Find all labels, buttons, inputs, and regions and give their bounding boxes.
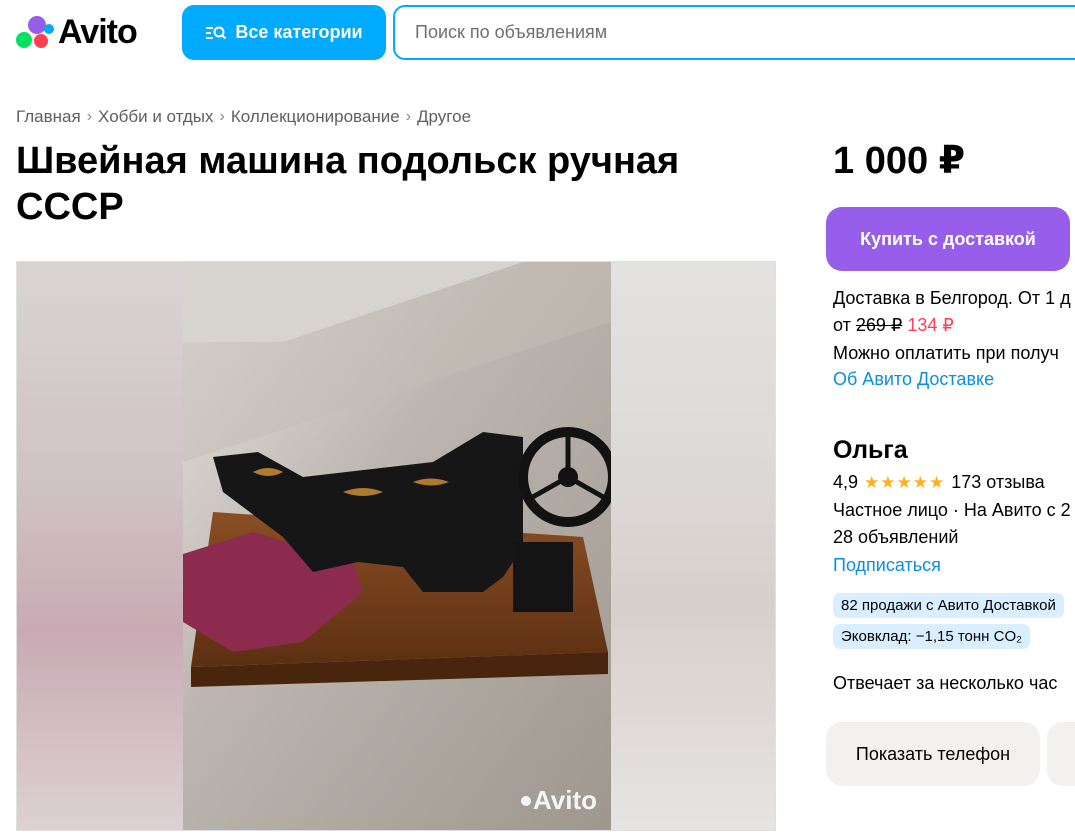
sales-badge: 82 продажи с Авито Доставкой	[833, 593, 1064, 618]
delivery-info: Доставка в Белгород. От 1 д	[833, 288, 1071, 308]
chevron-right-icon: ›	[86, 108, 93, 125]
chevron-right-icon: ›	[219, 108, 225, 125]
response-time: Отвечает за несколько час	[833, 673, 1058, 693]
reviews-count: 173 отзыва	[951, 472, 1045, 492]
show-phone-label: Показать телефон	[855, 743, 1011, 764]
breadcrumb-item-collecting[interactable]: Коллекционирование	[231, 107, 400, 127]
search-placeholder: Поиск по объявлениям	[415, 22, 608, 42]
sewing-machine-image	[183, 262, 611, 830]
avito-watermark: Avito	[520, 785, 597, 816]
message-button[interactable]	[1047, 722, 1075, 786]
breadcrumb-item-other[interactable]: Другое	[417, 107, 471, 127]
rating-stars-icon: ★★★★★	[864, 472, 946, 492]
payment-on-receipt: Можно оплатить при получ	[833, 343, 1059, 363]
rating-value: 4,9	[833, 472, 859, 492]
about-delivery-link[interactable]: Об Авито Доставке	[833, 369, 994, 390]
buy-with-delivery-label: Купить с доставкой	[860, 228, 1036, 249]
chevron-right-icon: ›	[405, 108, 412, 125]
logo-dots-icon	[16, 14, 54, 50]
seller-info: Частное лицо · На Авито с 2	[833, 500, 1071, 520]
all-categories-label: Все категории	[235, 22, 363, 42]
all-categories-button[interactable]: Все категории	[182, 5, 386, 60]
show-phone-button[interactable]: Показать телефон	[826, 722, 1040, 786]
breadcrumb: Главная › Хобби и отдых › Коллекциониров…	[16, 107, 471, 127]
logo-text: Avito	[58, 12, 138, 51]
listing-title: Швейная машина подольск ручная СССР	[16, 140, 680, 228]
photo-gallery[interactable]: Avito	[16, 261, 776, 831]
menu-search-icon	[206, 26, 227, 39]
breadcrumb-item-hobby[interactable]: Хобби и отдых	[98, 107, 213, 127]
breadcrumb-item-home[interactable]: Главная	[16, 107, 81, 127]
seller-rating[interactable]: 4,9 ★★★★★ 173 отзыва	[833, 472, 1045, 493]
gallery-blur-right	[609, 262, 775, 830]
buy-with-delivery-button[interactable]: Купить с доставкой	[826, 207, 1070, 271]
listing-photo[interactable]: Avito	[183, 262, 611, 830]
price: 1 000 ₽	[833, 140, 966, 182]
search-input[interactable]: Поиск по объявлениям	[393, 5, 1075, 60]
seller-ads-count[interactable]: 28 объявлений	[833, 527, 958, 548]
gallery-blur-left	[17, 262, 183, 830]
delivery-new-price: 134 ₽	[907, 315, 954, 335]
avito-logo[interactable]: Avito	[16, 12, 138, 52]
delivery-price-prefix: от	[833, 315, 851, 335]
delivery-price: от 269 ₽ 134 ₽	[833, 315, 954, 336]
watermark-dot-icon	[520, 795, 531, 806]
subscribe-link[interactable]: Подписаться	[833, 555, 941, 576]
seller-name[interactable]: Ольга	[833, 436, 908, 465]
eco-badge[interactable]: Эковклад: −1,15 тонн CO₂	[833, 624, 1030, 649]
delivery-old-price: 269 ₽	[855, 315, 903, 335]
